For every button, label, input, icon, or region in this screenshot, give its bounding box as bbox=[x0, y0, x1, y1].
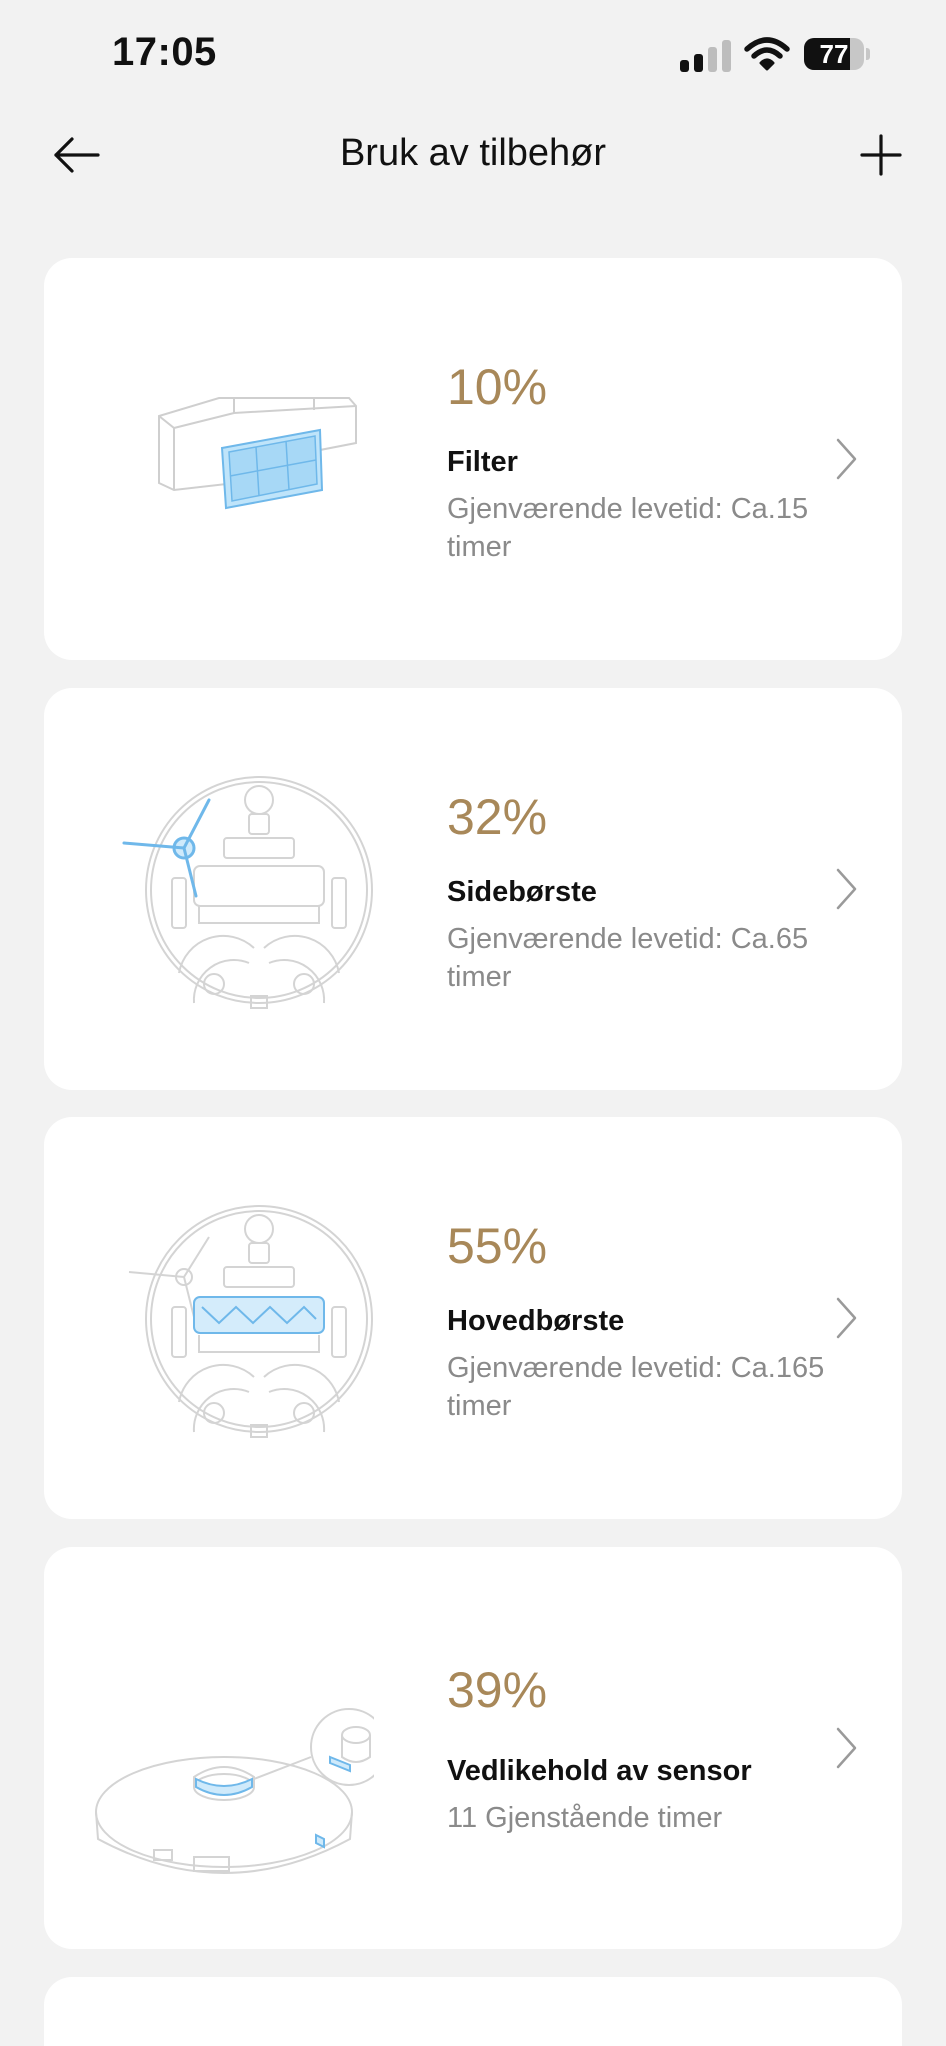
filter-illustration bbox=[158, 397, 357, 510]
percent-value: 55% bbox=[447, 1218, 548, 1274]
chevron-right-icon bbox=[836, 438, 857, 480]
percent-value: 10% bbox=[447, 359, 548, 415]
wifi-icon bbox=[744, 37, 790, 71]
remaining-lifetime: 11 Gjenstående timer bbox=[447, 1802, 723, 1834]
remaining-lifetime: Gjenværende levetid: Ca.65 timer bbox=[447, 923, 809, 993]
status-bar: 17:05 77 bbox=[0, 0, 946, 110]
accessory-card-partial[interactable] bbox=[44, 1977, 902, 2046]
accessory-card-main-brush[interactable]: 55% Hovedbørste Gjenværende levetid: Ca.… bbox=[44, 1117, 902, 1519]
accessory-card-filter[interactable]: 10% Filter Gjenværende levetid: Ca.15 ti… bbox=[44, 258, 902, 660]
add-button[interactable] bbox=[858, 132, 904, 178]
accessory-name: Sidebørste bbox=[447, 876, 597, 908]
side-brush-illustration bbox=[122, 776, 373, 1009]
plus-icon bbox=[860, 134, 902, 176]
remaining-lifetime: Gjenværende levetid: Ca.165 timer bbox=[447, 1352, 825, 1422]
accessory-name: Hovedbørste bbox=[447, 1305, 625, 1337]
percent-value: 39% bbox=[447, 1662, 548, 1718]
cellular-signal-icon bbox=[680, 40, 732, 72]
accessory-card-sensor[interactable]: 39% Vedlikehold av sensor 11 Gjenstående… bbox=[44, 1547, 902, 1949]
accessory-name: Filter bbox=[447, 446, 518, 478]
sensor-illustration bbox=[95, 1708, 374, 1874]
chevron-right-icon bbox=[836, 1297, 857, 1339]
percent-value: 32% bbox=[447, 789, 548, 845]
main-brush-illustration bbox=[128, 1205, 373, 1438]
page-title: Bruk av tilbehør bbox=[339, 132, 607, 174]
remaining-lifetime: Gjenværende levetid: Ca.15 timer bbox=[447, 493, 809, 563]
navigation-bar: Bruk av tilbehør bbox=[0, 110, 946, 200]
accessory-name: Vedlikehold av sensor bbox=[447, 1755, 752, 1787]
status-time: 17:05 bbox=[112, 30, 217, 74]
chevron-right-icon bbox=[836, 868, 857, 910]
accessory-card-side-brush[interactable]: 32% Sidebørste Gjenværende levetid: Ca.6… bbox=[44, 688, 902, 1090]
battery-percent: 77 bbox=[819, 39, 849, 69]
chevron-right-icon bbox=[836, 1727, 857, 1769]
battery-icon: 77 bbox=[804, 38, 870, 72]
